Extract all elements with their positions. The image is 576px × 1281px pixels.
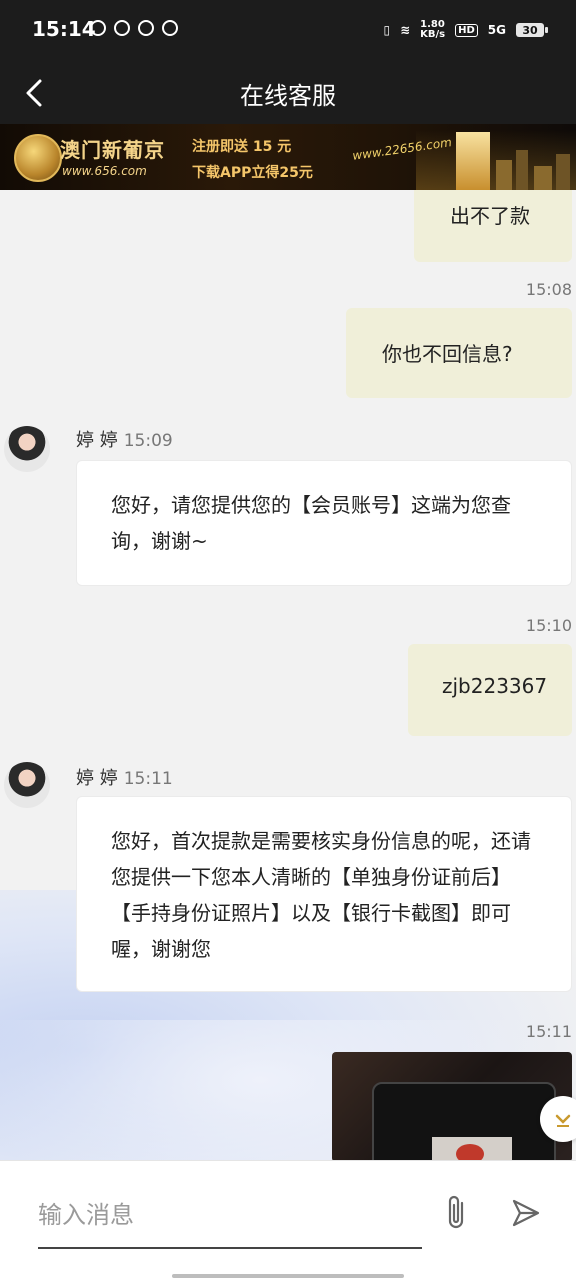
banner-promo-app: 下载APP立得25元 (192, 165, 313, 181)
message-bubble-incoming[interactable]: 您好，请您提供您的【会员账号】这端为您查询，谢谢~ (76, 460, 572, 586)
play-icon (114, 20, 130, 36)
input-underline (38, 1247, 422, 1249)
agent-avatar[interactable] (4, 426, 50, 472)
banner-brand: 澳门新葡京 (60, 138, 165, 162)
network-speed: 1.80 KB/s (420, 19, 446, 40)
message-time: 15:09 (123, 431, 173, 451)
status-bar: 15:14 ▯ ≋ 1.80 KB/s HD 5G 30 (0, 0, 576, 62)
signal-5g: 5G (487, 23, 506, 37)
send-icon[interactable] (510, 1197, 542, 1229)
vibrate-icon: ▯ (383, 23, 391, 37)
message-time: 15:10 (525, 616, 572, 635)
sender-name: 婷 婷 (76, 430, 118, 451)
message-text: 您好，请您提供您的【会员账号】这端为您查询，谢谢~ (111, 493, 511, 553)
image-message[interactable] (332, 1052, 572, 1160)
banner-promo-register: 注册即送 15 元 (192, 139, 292, 155)
message-text: 出不了款 (450, 204, 530, 228)
status-time: 15:14 (32, 17, 96, 41)
brand-logo-icon (14, 134, 62, 182)
promo-banner[interactable]: 澳门新葡京 www.656.com 注册即送 15 元 下载APP立得25元 w… (0, 124, 576, 190)
banner-site: www.656.com (62, 164, 147, 178)
sender-info: 婷 婷 15:09 (76, 426, 173, 452)
link-icon (138, 20, 154, 36)
chat-area[interactable]: 出不了款 15:08 你也不回信息? 婷 婷 15:09 您好，请您提供您的【会员… (0, 190, 576, 1160)
message-time: 15:11 (525, 1022, 572, 1041)
sender-name: 婷 婷 (76, 768, 118, 789)
tiktok-icon (162, 20, 178, 36)
message-bubble-outgoing[interactable]: 你也不回信息? (346, 308, 572, 398)
sender-info: 婷 婷 15:11 (76, 764, 173, 790)
message-bubble-incoming[interactable]: 您好，首次提款是需要核实身份信息的呢，还请您提供一下您本人清晰的【单独身份证前后… (76, 796, 572, 992)
agent-avatar[interactable] (4, 762, 50, 808)
message-text: zjb223367 (442, 674, 548, 698)
message-text: 你也不回信息? (382, 342, 513, 366)
message-time: 15:11 (123, 769, 173, 789)
k-icon (90, 20, 106, 36)
notification-icons (90, 20, 178, 36)
page-title: 在线客服 (240, 82, 336, 110)
message-input[interactable]: 输入消息 (38, 1195, 134, 1230)
message-text: 您好，首次提款是需要核实身份信息的呢，还请您提供一下您本人清晰的【单独身份证前后… (111, 829, 531, 961)
wifi-icon: ≋ (400, 23, 411, 37)
message-composer: 输入消息 (0, 1160, 576, 1281)
chevron-down-icon (555, 1114, 571, 1127)
paperclip-icon[interactable] (442, 1193, 470, 1233)
header: 在线客服 (0, 62, 576, 124)
city-skyline-image (416, 130, 576, 190)
message-bubble-outgoing[interactable]: 出不了款 (414, 190, 572, 262)
message-time: 15:08 (525, 280, 572, 299)
home-indicator[interactable] (172, 1274, 404, 1278)
hd-badge: HD (455, 23, 478, 37)
battery-icon: 30 (516, 23, 548, 37)
message-bubble-outgoing[interactable]: zjb223367 (408, 644, 572, 736)
status-indicators: ▯ ≋ 1.80 KB/s HD 5G 30 (383, 19, 548, 40)
